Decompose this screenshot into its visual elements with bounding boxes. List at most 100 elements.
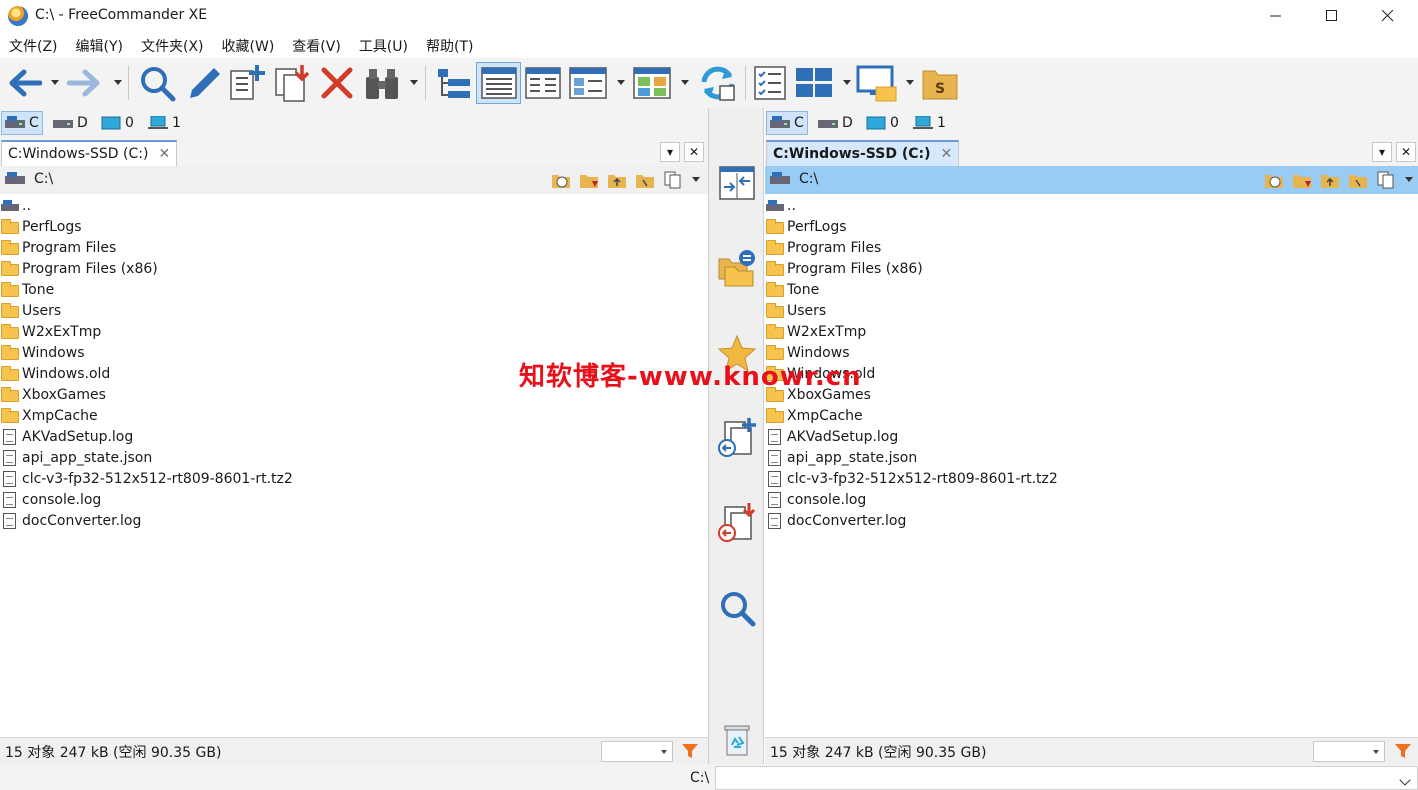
brief-view-button[interactable] (566, 62, 610, 104)
folder-row[interactable]: Program Files (x86) (0, 258, 706, 279)
find-dropdown[interactable] (410, 80, 418, 85)
find-button[interactable] (360, 62, 404, 104)
layout-dropdown[interactable] (843, 80, 851, 85)
delete-button[interactable] (316, 62, 358, 104)
command-line-input[interactable] (715, 766, 1418, 790)
new-file-button[interactable] (226, 62, 268, 104)
recycle-bin-button[interactable] (717, 720, 757, 760)
left-path-bar[interactable]: C:\ (0, 166, 708, 194)
parent-dir-row[interactable]: .. (765, 195, 1418, 216)
drive-d[interactable]: D (50, 111, 91, 135)
menu-tools[interactable]: 工具(U) (350, 36, 417, 58)
file-row[interactable]: docConverter.log (765, 510, 1418, 531)
tab-left-drive-c[interactable]: C:Windows-SSD (C:) ✕ (1, 140, 178, 166)
tab-close-icon[interactable]: ✕ (941, 146, 953, 162)
back-dropdown[interactable] (51, 80, 59, 85)
history-icon[interactable] (1264, 171, 1284, 189)
favorite-folder-icon[interactable] (579, 171, 599, 189)
folder-row[interactable]: Program Files (0, 237, 706, 258)
favorite-folder-button[interactable]: S (918, 62, 962, 104)
forward-button[interactable] (64, 62, 106, 104)
file-row[interactable]: console.log (765, 489, 1418, 510)
favorite-folder-icon[interactable] (1292, 171, 1312, 189)
folder-row[interactable]: W2xExTmp (765, 321, 1418, 342)
right-path-bar[interactable]: C:\ (765, 166, 1418, 194)
folder-row[interactable]: W2xExTmp (0, 321, 706, 342)
history-icon[interactable] (551, 171, 571, 189)
folder-row[interactable]: Program Files (x86) (765, 258, 1418, 279)
path-dropdown[interactable] (692, 177, 700, 182)
menu-view[interactable]: 查看(V) (283, 36, 350, 58)
folder-row[interactable]: Tone (0, 279, 706, 300)
drive-0[interactable]: 0 (863, 111, 902, 135)
move-to-other-panel-button[interactable] (717, 503, 757, 543)
filter-icon[interactable] (681, 742, 699, 760)
root-folder-icon[interactable] (635, 171, 655, 189)
forward-dropdown[interactable] (114, 80, 122, 85)
close-button[interactable] (1360, 0, 1416, 32)
file-row[interactable]: AKVadSetup.log (765, 426, 1418, 447)
file-row[interactable]: api_app_state.json (0, 447, 706, 468)
parent-dir-row[interactable]: .. (0, 195, 706, 216)
checklist-button[interactable] (750, 62, 790, 104)
back-button[interactable] (4, 62, 44, 104)
filter-icon[interactable] (1394, 742, 1412, 760)
quick-filter-select[interactable] (601, 741, 673, 762)
folder-row[interactable]: Users (0, 300, 706, 321)
compare-folders-button[interactable] (717, 248, 757, 288)
file-row[interactable]: AKVadSetup.log (0, 426, 706, 447)
tab-close-icon[interactable]: ✕ (158, 146, 170, 162)
drive-c[interactable]: C (1, 111, 43, 135)
file-row[interactable]: console.log (0, 489, 706, 510)
monitor-dropdown[interactable] (906, 80, 914, 85)
thumbnail-dropdown[interactable] (681, 80, 689, 85)
menu-favorites[interactable]: 收藏(W) (213, 36, 284, 58)
parent-folder-icon[interactable] (607, 171, 627, 189)
root-folder-icon[interactable] (1348, 171, 1368, 189)
view-dropdown[interactable] (617, 80, 625, 85)
copy-button[interactable] (270, 62, 314, 104)
folder-row[interactable]: Program Files (765, 237, 1418, 258)
tab-right-drive-c[interactable]: C:Windows-SSD (C:) ✕ (766, 140, 960, 166)
folder-row[interactable]: XmpCache (765, 405, 1418, 426)
folder-row[interactable]: Users (765, 300, 1418, 321)
menu-help[interactable]: 帮助(T) (417, 36, 482, 58)
edit-button[interactable] (182, 62, 224, 104)
folder-row[interactable]: PerfLogs (0, 216, 706, 237)
folder-row[interactable]: Tone (765, 279, 1418, 300)
quick-filter-select[interactable] (1313, 741, 1385, 762)
tab-list-dropdown[interactable]: ▾ (660, 142, 680, 162)
folder-row[interactable]: PerfLogs (765, 216, 1418, 237)
copy-to-other-panel-button[interactable] (717, 418, 757, 458)
copy-path-icon[interactable] (1376, 171, 1396, 189)
tab-list-dropdown[interactable]: ▾ (1372, 142, 1392, 162)
search-button[interactable] (136, 62, 178, 104)
file-row[interactable]: clc-v3-fp32-512x512-rt809-8601-rt.tz2 (765, 468, 1418, 489)
drive-1[interactable]: 1 (145, 111, 184, 135)
details-view-button[interactable] (476, 62, 521, 104)
close-tab-button[interactable]: ✕ (684, 142, 704, 162)
folder-row[interactable]: XmpCache (0, 405, 706, 426)
folder-row[interactable]: XboxGames (765, 384, 1418, 405)
copy-panel-path-button[interactable] (717, 163, 757, 203)
monitor-button[interactable] (856, 62, 900, 104)
copy-path-icon[interactable] (663, 171, 683, 189)
drive-c[interactable]: C (766, 111, 808, 135)
menu-file[interactable]: 文件(Z) (0, 36, 67, 58)
minimize-button[interactable] (1248, 0, 1304, 32)
path-dropdown[interactable] (1405, 177, 1413, 182)
file-row[interactable]: clc-v3-fp32-512x512-rt809-8601-rt.tz2 (0, 468, 706, 489)
search-files-button[interactable] (717, 588, 757, 628)
close-tab-button[interactable]: ✕ (1396, 142, 1416, 162)
folder-row[interactable]: Windows.old (765, 363, 1418, 384)
menu-folder[interactable]: 文件夹(X) (132, 36, 213, 58)
drive-d[interactable]: D (815, 111, 856, 135)
menu-edit[interactable]: 编辑(Y) (67, 36, 132, 58)
list-view-button[interactable] (522, 62, 564, 104)
file-row[interactable]: api_app_state.json (765, 447, 1418, 468)
drive-0[interactable]: 0 (98, 111, 137, 135)
layout-button[interactable] (792, 62, 836, 104)
drive-1[interactable]: 1 (910, 111, 949, 135)
thumbnail-view-button[interactable] (630, 62, 674, 104)
sync-button[interactable] (696, 62, 740, 104)
